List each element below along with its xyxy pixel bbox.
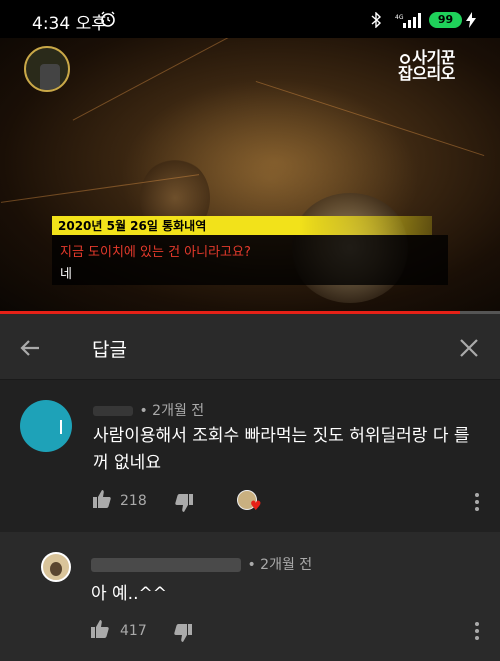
thumbs-up-icon[interactable] <box>93 490 111 508</box>
svg-text:4G: 4G <box>395 14 404 21</box>
like-count: 218 <box>120 493 147 509</box>
comment-text: 사람이용해서 조회수 빠라먹는 짓도 허위딜러랑 다 를꺼 없네요 <box>93 426 470 473</box>
signal-icon: 4G <box>395 13 421 28</box>
reply-text: 아 예..^^ <box>91 584 167 604</box>
subtitle-question: 지금 도이치에 있는 건 아니라고요? <box>60 245 251 260</box>
date-caption: 2020년 5월 26일 통화내역 <box>58 219 207 233</box>
reply-avatar[interactable] <box>41 552 71 582</box>
back-icon[interactable] <box>18 336 42 360</box>
subtitle-answer: 네 <box>60 267 72 282</box>
channel-brand: 사기꾼 잡으리오 <box>398 50 455 82</box>
thumbs-down-icon[interactable] <box>175 494 193 512</box>
bluetooth-icon <box>371 12 382 28</box>
thumbs-down-icon[interactable] <box>174 624 192 642</box>
channel-logo <box>24 46 70 92</box>
comment-meta: • 2개월 전 <box>93 400 204 420</box>
charge-icon <box>466 12 476 28</box>
subtitle-box: 지금 도이치에 있는 건 아니라고요? 네 <box>52 235 448 285</box>
thumbs-up-icon[interactable] <box>91 620 109 638</box>
comment: • 2개월 전 사람이용해서 조회수 빠라먹는 짓도 허위딜러랑 다 를꺼 없네… <box>0 380 500 532</box>
battery-level: 99 <box>437 13 454 26</box>
reply-meta: • 2개월 전 <box>91 554 312 574</box>
status-bar: 4:34 오후 4G 99 <box>0 0 500 38</box>
close-icon[interactable] <box>457 336 481 360</box>
avatar[interactable] <box>20 400 72 452</box>
date-banner: 2020년 5월 26일 통화내역 <box>52 216 432 235</box>
video-player[interactable]: 사기꾼 잡으리오 2020년 5월 26일 통화내역 지금 도이치에 있는 건 … <box>0 38 500 313</box>
brand-line2: 잡으리오 <box>398 64 455 83</box>
creator-heart: ♥ <box>237 490 265 514</box>
brand-circle-icon <box>400 53 411 64</box>
reply-like-count: 417 <box>120 623 147 639</box>
alarm-icon <box>101 11 115 27</box>
author-name-redacted <box>93 406 133 416</box>
status-time: 4:34 오후 <box>32 14 107 34</box>
reply-title: 답글 <box>92 339 127 361</box>
reply-author-redacted <box>91 558 241 572</box>
battery-indicator: 99 <box>429 12 462 28</box>
reply: • 2개월 전 아 예..^^ 417 <box>0 532 500 661</box>
reply-time: 2개월 전 <box>260 557 313 573</box>
more-vert-icon[interactable] <box>474 621 480 641</box>
reply-header: 답글 <box>0 314 500 380</box>
comment-time: 2개월 전 <box>152 403 205 419</box>
heart-icon: ♥ <box>250 499 262 514</box>
more-vert-icon[interactable] <box>474 492 480 512</box>
